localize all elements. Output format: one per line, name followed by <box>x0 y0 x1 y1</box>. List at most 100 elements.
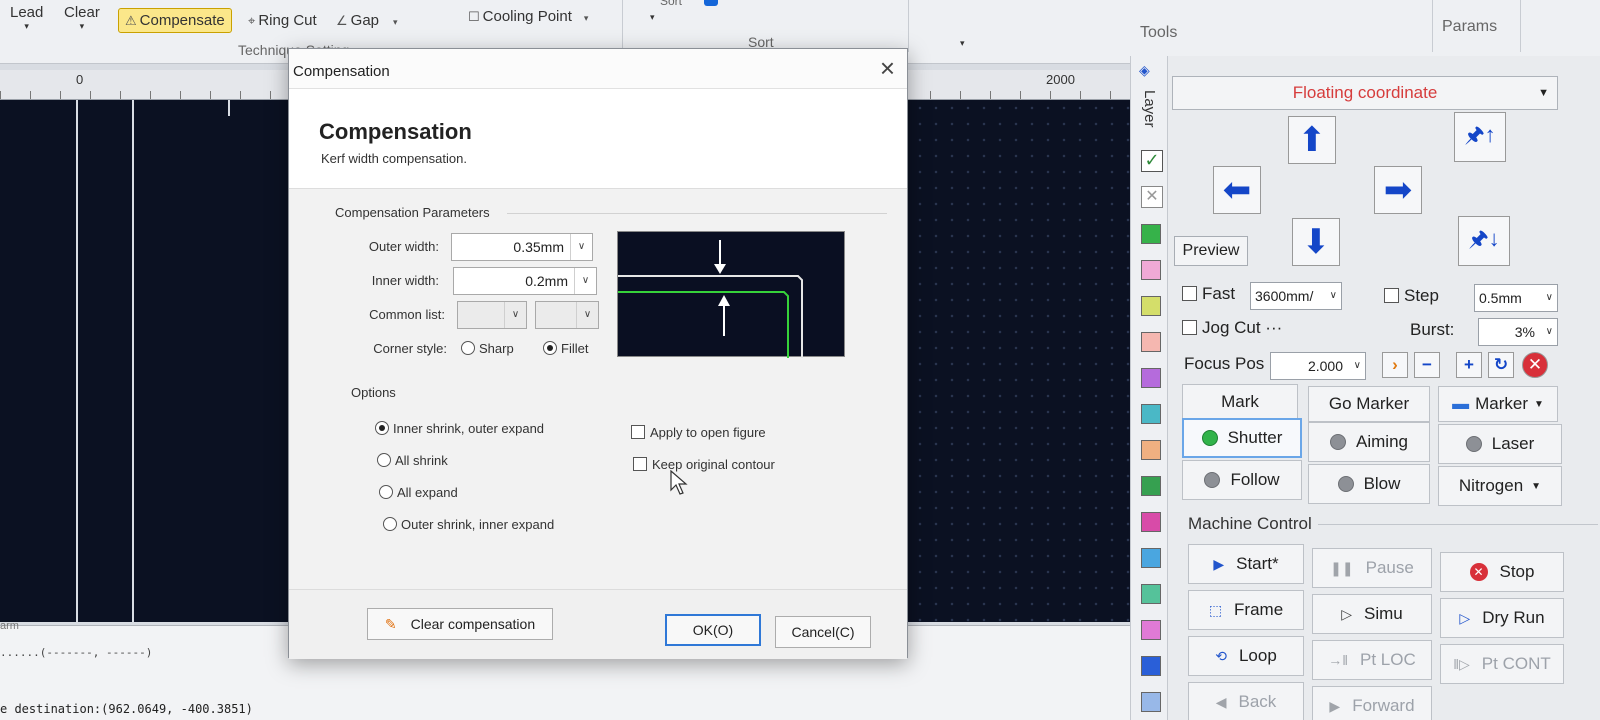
layer-color-swatch[interactable] <box>1141 692 1161 712</box>
sharp-radio-dot[interactable] <box>461 341 475 355</box>
jog-cut-checkbox[interactable]: Jog Cut ··· <box>1182 318 1282 338</box>
focus-refresh-button[interactable]: ↻ <box>1488 352 1514 378</box>
inner-shrink-radio-dot[interactable] <box>375 421 389 435</box>
focus-minus-button[interactable]: − <box>1414 352 1440 378</box>
mark-button[interactable]: Mark <box>1182 384 1298 420</box>
apply-open-checkbox-box[interactable] <box>631 425 645 439</box>
fast-speed-select[interactable]: 3600mm/ ∨ <box>1250 282 1342 310</box>
frame-button[interactable]: ⬚ Frame <box>1188 590 1304 630</box>
layer-color-swatch[interactable] <box>1141 296 1161 316</box>
loop-button[interactable]: ⟲ Loop <box>1188 636 1304 676</box>
focus-cancel-button[interactable]: ✕ <box>1522 352 1548 378</box>
focus-pos-select[interactable]: 2.000 ∨ <box>1270 352 1366 380</box>
layer-color-swatch[interactable] <box>1141 548 1161 568</box>
jog-up-button[interactable]: ⬆ <box>1288 116 1336 164</box>
scroll-up-icon[interactable]: ^ <box>1108 70 1114 76</box>
all-expand-radio[interactable]: All expand <box>379 485 458 500</box>
jog-down-button[interactable]: ⬇ <box>1292 218 1340 266</box>
marker-button[interactable]: ▬ Marker ▼ <box>1438 386 1558 422</box>
fast-checkbox-box[interactable] <box>1182 286 1197 301</box>
dry-run-button[interactable]: ▷ Dry Run <box>1440 598 1564 638</box>
common-list-select-b[interactable]: ∨ <box>535 301 599 329</box>
pt-loc-button[interactable]: →‖ Pt LOC <box>1312 640 1432 680</box>
cooling-point-button[interactable]: ☐ Cooling Point ▾ <box>468 8 588 25</box>
aiming-toggle[interactable]: Aiming <box>1308 422 1430 462</box>
layer-color-swatch[interactable] <box>1141 224 1161 244</box>
gas-select[interactable]: Nitrogen ▼ <box>1438 466 1562 506</box>
sort-tool-icon[interactable] <box>704 0 718 6</box>
step-checkbox[interactable]: Step <box>1384 286 1439 306</box>
all-shrink-radio[interactable]: All shrink <box>377 453 448 468</box>
lead-dropdown-icon[interactable]: ▾ <box>10 21 43 32</box>
inner-shrink-outer-expand-radio[interactable]: Inner shrink, outer expand <box>375 421 544 436</box>
preview-button[interactable]: Preview <box>1174 236 1248 266</box>
console-tab[interactable]: arm <box>0 620 19 632</box>
close-icon[interactable]: × <box>880 53 895 84</box>
layer-color-swatch[interactable] <box>1141 368 1161 388</box>
cooling-point-dropdown-icon[interactable]: ▾ <box>584 13 589 23</box>
clear-compensation-button[interactable]: ✎ Clear compensation <box>367 608 553 640</box>
back-button[interactable]: ◀ Back <box>1188 682 1304 720</box>
z-up-button[interactable]: 🖈↑ <box>1454 112 1506 162</box>
ok-button[interactable]: OK(O) <box>665 614 761 646</box>
outer-width-select[interactable]: 0.35mm ∨ <box>451 233 593 261</box>
fast-checkbox[interactable]: Fast <box>1182 284 1235 304</box>
outer-shrink-inner-expand-radio[interactable]: Outer shrink, inner expand <box>383 517 554 532</box>
stop-button[interactable]: ✕ Stop <box>1440 552 1564 592</box>
laser-toggle[interactable]: Laser <box>1438 424 1562 464</box>
layer-color-swatch[interactable] <box>1141 512 1161 532</box>
gap-button[interactable]: ∠ Gap ▾ <box>336 12 398 29</box>
clear-button[interactable]: Clear ▾ <box>64 4 100 32</box>
jog-right-button[interactable]: ➡ <box>1374 166 1422 214</box>
layer-visible-checkbox[interactable]: ✓ <box>1141 150 1163 172</box>
layer-color-swatch[interactable] <box>1141 404 1161 424</box>
outer-shrink-radio-dot[interactable] <box>383 517 397 531</box>
start-button[interactable]: ▶ Start* <box>1188 544 1304 584</box>
compensate-button[interactable]: ⚠ Compensate <box>118 8 232 33</box>
follow-toggle[interactable]: Follow <box>1182 460 1302 500</box>
step-select[interactable]: 0.5mm ∨ <box>1474 284 1558 312</box>
inner-width-select[interactable]: 0.2mm ∨ <box>453 267 597 295</box>
shutter-toggle[interactable]: Shutter <box>1182 418 1302 458</box>
pause-button[interactable]: ❚❚ Pause <box>1312 548 1432 588</box>
layer-color-swatch[interactable] <box>1141 440 1161 460</box>
layer-color-swatch[interactable] <box>1141 332 1161 352</box>
tools-dropdown-icon[interactable]: ▾ <box>960 38 965 49</box>
layer-color-swatch[interactable] <box>1141 620 1161 640</box>
layer-disabled-checkbox[interactable]: ✕ <box>1141 186 1163 208</box>
coordinate-select[interactable]: Floating coordinate ▼ <box>1172 76 1558 110</box>
layer-color-swatch[interactable] <box>1141 476 1161 496</box>
burst-select[interactable]: 3% ∨ <box>1478 318 1558 346</box>
apply-open-figure-checkbox[interactable]: Apply to open figure <box>631 425 766 440</box>
ring-cut-button[interactable]: ⌖ Ring Cut <box>248 12 317 29</box>
common-list-select-a[interactable]: ∨ <box>457 301 527 329</box>
keep-original-contour-checkbox[interactable]: Keep original contour <box>633 457 775 472</box>
all-expand-radio-dot[interactable] <box>379 485 393 499</box>
layer-color-swatch[interactable] <box>1141 260 1161 280</box>
keep-original-checkbox-box[interactable] <box>633 457 647 471</box>
pt-cont-button[interactable]: ‖▷ Pt CONT <box>1440 644 1564 684</box>
forward-button[interactable]: ▶ Forward <box>1312 686 1432 720</box>
go-marker-button[interactable]: Go Marker <box>1308 386 1430 422</box>
jog-left-button[interactable]: ⬅ <box>1213 166 1261 214</box>
cancel-button[interactable]: Cancel(C) <box>775 616 871 648</box>
sort-dropdown-icon[interactable]: ▾ <box>650 12 655 23</box>
layer-color-swatch[interactable] <box>1141 584 1161 604</box>
fillet-radio-dot[interactable] <box>543 341 557 355</box>
focus-next-button[interactable]: › <box>1382 352 1408 378</box>
all-shrink-radio-dot[interactable] <box>377 453 391 467</box>
jog-cut-checkbox-box[interactable] <box>1182 320 1197 335</box>
corner-sharp-radio[interactable]: Sharp <box>461 341 514 356</box>
step-checkbox-box[interactable] <box>1384 288 1399 303</box>
lead-button[interactable]: Lead ▾ <box>10 4 43 32</box>
layer-color-swatch[interactable] <box>1141 656 1161 676</box>
z-down-button[interactable]: 🖈↓ <box>1458 216 1510 266</box>
dialog-titlebar[interactable]: Compensation × <box>289 49 907 89</box>
gap-dropdown-icon[interactable]: ▾ <box>393 17 398 27</box>
corner-fillet-radio[interactable]: Fillet <box>543 341 588 356</box>
part-contour-line <box>132 100 134 622</box>
focus-plus-button[interactable]: + <box>1456 352 1482 378</box>
blow-toggle[interactable]: Blow <box>1308 464 1430 504</box>
simu-button[interactable]: ▷ Simu <box>1312 594 1432 634</box>
clear-dropdown-icon[interactable]: ▾ <box>64 21 100 32</box>
